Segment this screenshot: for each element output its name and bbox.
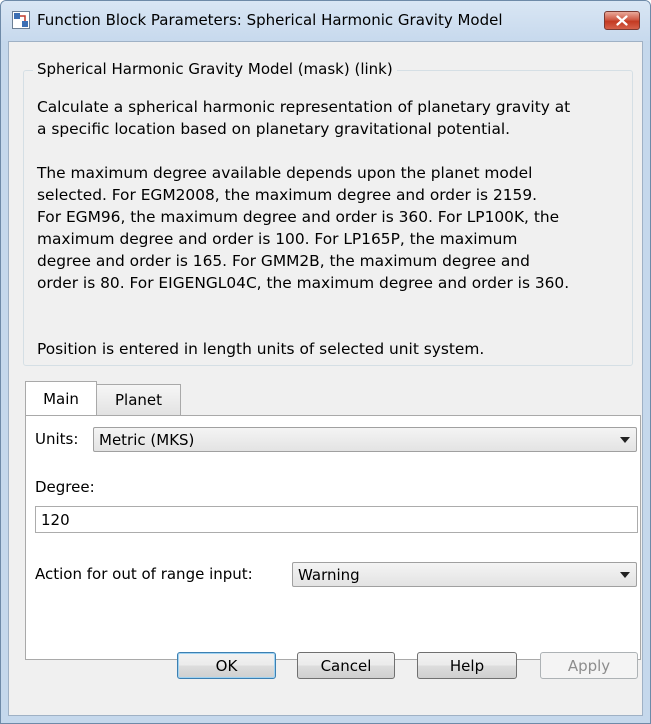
description-line: Position is entered in length units of s…: [37, 340, 485, 358]
degree-input[interactable]: [36, 507, 631, 532]
ok-button[interactable]: OK: [177, 652, 276, 679]
close-button[interactable]: [604, 11, 640, 30]
units-dropdown[interactable]: Metric (MKS): [93, 427, 637, 452]
description-line: The maximum degree available depends upo…: [37, 164, 533, 182]
description-line: a specific location based on planetary g…: [37, 120, 511, 138]
help-button[interactable]: Help: [417, 652, 517, 679]
main-tab-panel: Units: Metric (MKS) Degree: Action for o…: [25, 415, 641, 660]
action-dropdown[interactable]: Warning: [292, 562, 637, 587]
description-line: order is 80. For EIGENGL04C, the maximum…: [37, 274, 570, 292]
description-paragraph-3: Position is entered in length units of s…: [37, 338, 637, 360]
apply-button[interactable]: Apply: [540, 652, 638, 679]
units-selected-value: Metric (MKS): [99, 431, 195, 449]
title-bar[interactable]: Function Block Parameters: Spherical Har…: [1, 1, 650, 41]
cancel-button[interactable]: Cancel: [297, 652, 395, 679]
description-line: Calculate a spherical harmonic represent…: [37, 98, 571, 116]
window-title: Function Block Parameters: Spherical Har…: [37, 11, 503, 29]
units-label: Units:: [35, 430, 79, 448]
description-line: degree and order is 165. For GMM2B, the …: [37, 252, 530, 270]
description-paragraph-1: Calculate a spherical harmonic represent…: [37, 96, 637, 140]
group-title: Spherical Harmonic Gravity Model (mask) …: [33, 60, 397, 78]
dropdown-arrow-icon: [620, 572, 630, 578]
description-line: maximum degree and order is 100. For LP1…: [37, 230, 518, 248]
dialog-window: Function Block Parameters: Spherical Har…: [0, 0, 651, 724]
description-line: selected. For EGM2008, the maximum degre…: [37, 186, 538, 204]
degree-field[interactable]: [35, 506, 638, 533]
tab-main[interactable]: Main: [25, 381, 97, 415]
dialog-body: Spherical Harmonic Gravity Model (mask) …: [8, 41, 643, 716]
description-paragraph-2: The maximum degree available depends upo…: [37, 162, 637, 294]
action-label: Action for out of range input:: [35, 565, 253, 583]
dropdown-arrow-icon: [620, 437, 630, 443]
description-line: For EGM96, the maximum degree and order …: [37, 208, 560, 226]
close-icon: [616, 15, 628, 26]
degree-label: Degree:: [35, 478, 95, 496]
tab-planet[interactable]: Planet: [96, 384, 181, 415]
simulink-block-icon: [12, 11, 30, 29]
action-selected-value: Warning: [298, 566, 360, 584]
